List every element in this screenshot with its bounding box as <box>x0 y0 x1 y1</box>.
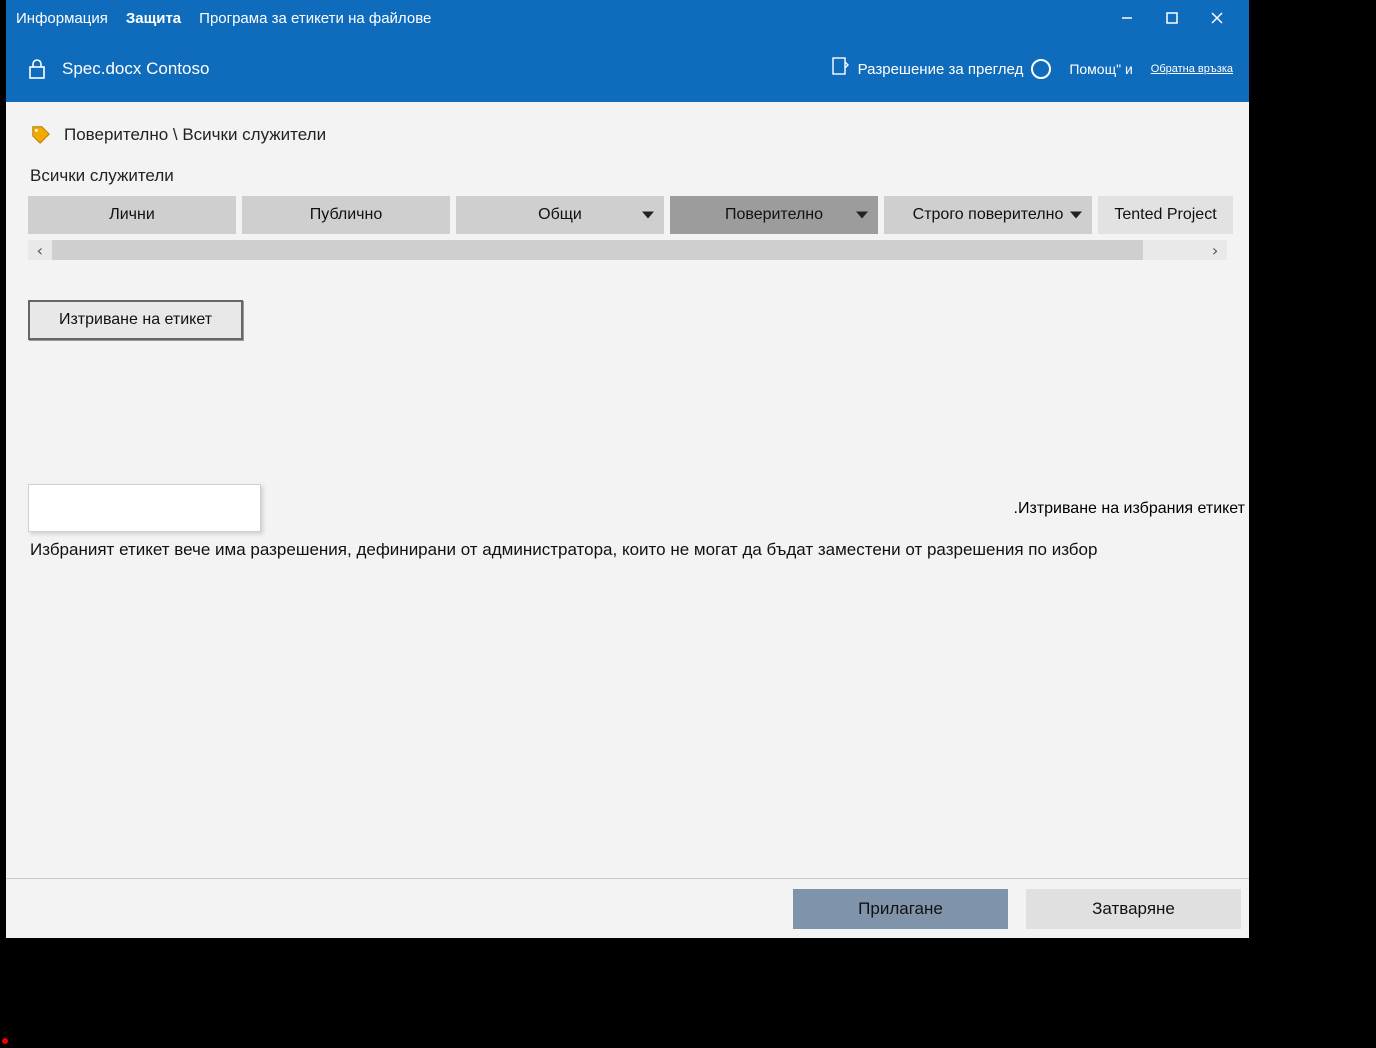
labels-scrollbar[interactable]: ‹ › <box>28 240 1227 260</box>
scroll-track[interactable] <box>52 240 1143 260</box>
footer: Прилагане Затваряне <box>6 878 1249 938</box>
document-title: Spec.docx Contoso <box>62 59 209 79</box>
chevron-down-icon <box>856 212 868 219</box>
info-text: Избраният етикет вече има разрешения, де… <box>30 540 1225 560</box>
delete-label-button[interactable]: Изтриване на етикет <box>28 300 243 340</box>
chevron-down-icon <box>642 212 654 219</box>
menu-info[interactable]: Информация <box>16 10 108 27</box>
chevron-down-icon <box>1070 212 1082 219</box>
scroll-right-button[interactable]: › <box>1203 241 1227 260</box>
scroll-left-button[interactable]: ‹ <box>28 241 52 260</box>
menu-file-label-viewer[interactable]: Програма за етикети на файлове <box>199 10 431 27</box>
label-public[interactable]: Публично <box>242 196 450 234</box>
label-text: Tented Project <box>1114 206 1216 224</box>
tooltip-popup <box>28 484 261 532</box>
help-link[interactable]: Помощ" и <box>1069 61 1132 77</box>
info-circle-icon <box>1031 59 1051 79</box>
label-text: Публично <box>310 206 382 224</box>
close-dialog-button[interactable]: Затваряне <box>1026 889 1241 929</box>
maximize-button[interactable] <box>1149 3 1194 33</box>
label-general[interactable]: Общи <box>456 196 664 234</box>
delete-label-text: Изтриване на етикет <box>59 311 212 329</box>
labels-row: Лични Публично Общи Поверително Строго п… <box>6 196 1249 234</box>
apply-button[interactable]: Прилагане <box>793 889 1008 929</box>
app-window: Информация Защита Програма за етикети на… <box>6 0 1249 938</box>
label-text: Строго поверително <box>913 206 1064 224</box>
titlebar: Информация Защита Програма за етикети на… <box>6 0 1249 36</box>
label-text: Поверително <box>725 206 823 224</box>
tag-icon <box>30 124 52 146</box>
apply-label: Прилагане <box>858 899 943 919</box>
tooltip-text: .Изтриване на избрания етикет <box>1014 500 1245 518</box>
section-label: Всички служители <box>6 146 1249 196</box>
view-permission-button[interactable]: Разрешение за преглед <box>830 56 1052 82</box>
red-dot-indicator <box>2 1038 8 1044</box>
window-controls <box>1104 3 1239 33</box>
feedback-link[interactable]: Обратна връзка <box>1151 63 1233 75</box>
label-text: Лични <box>109 206 155 224</box>
breadcrumb-text: Поверително \ Всички служители <box>64 125 326 145</box>
label-tented-project[interactable]: Tented Project <box>1098 196 1233 234</box>
menu-protect[interactable]: Защита <box>126 10 181 27</box>
minimize-button[interactable] <box>1104 3 1149 33</box>
label-text: Общи <box>538 206 582 224</box>
document-permission-icon <box>830 56 850 82</box>
label-highly-confidential[interactable]: Строго поверително <box>884 196 1092 234</box>
view-permission-label: Разрешение за преглед <box>858 61 1024 78</box>
close-button[interactable] <box>1194 3 1239 33</box>
subheader: Spec.docx Contoso Разрешение за преглед … <box>6 36 1249 102</box>
close-label: Затваряне <box>1092 899 1175 919</box>
body: Поверително \ Всички служители Всички сл… <box>6 102 1249 878</box>
label-personal[interactable]: Лични <box>28 196 236 234</box>
lock-icon <box>26 57 48 81</box>
label-breadcrumb: Поверително \ Всички служители <box>6 124 1249 146</box>
label-confidential[interactable]: Поверително <box>670 196 878 234</box>
